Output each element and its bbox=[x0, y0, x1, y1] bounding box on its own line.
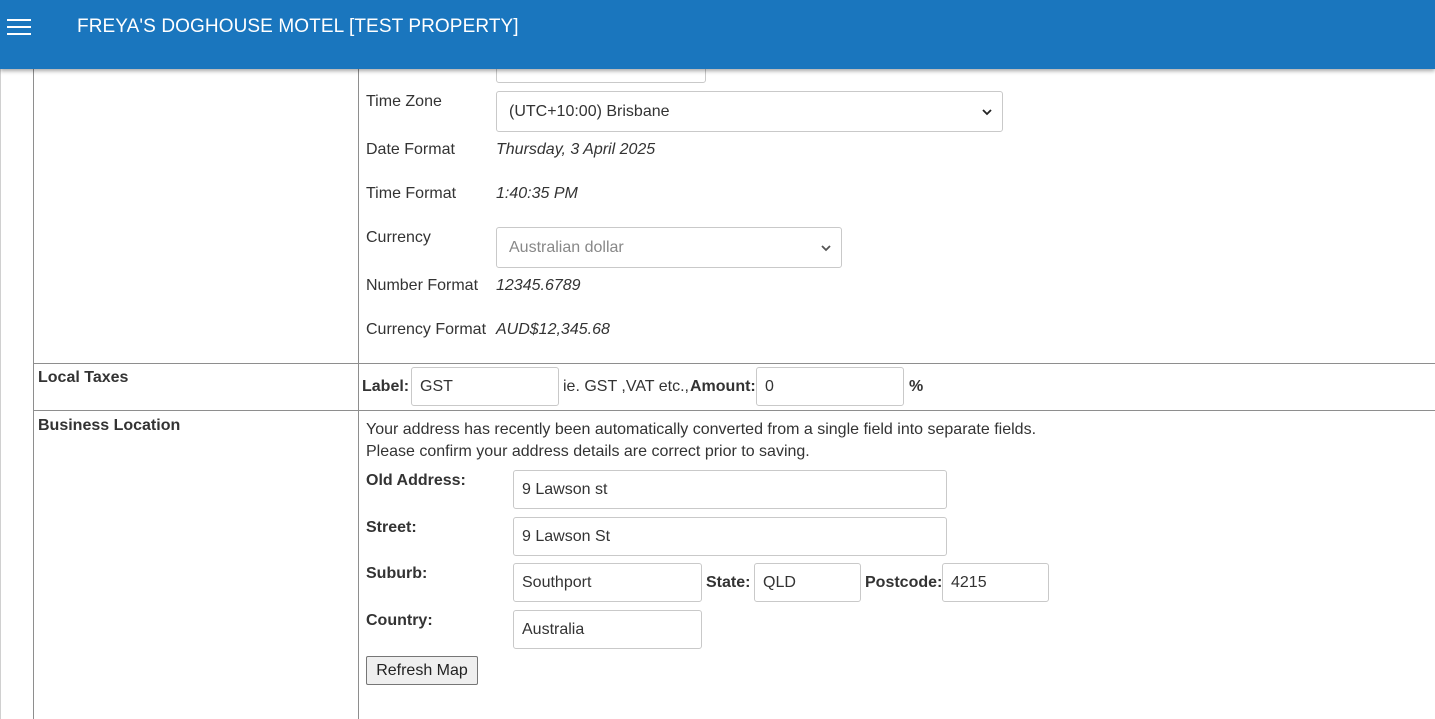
row-divider bbox=[33, 363, 1435, 364]
suburb-label: Suburb: bbox=[366, 565, 428, 582]
time-format-value: 1:40:35 PM bbox=[496, 185, 578, 202]
currency-select[interactable]: Australian dollar bbox=[496, 227, 842, 268]
address-notice-line2: Please confirm your address details are … bbox=[366, 443, 810, 460]
currency-value: Australian dollar bbox=[509, 238, 624, 256]
row-divider bbox=[33, 410, 1435, 411]
business-location-heading: Business Location bbox=[38, 417, 181, 434]
number-format-label: Number Format bbox=[366, 277, 479, 294]
refresh-map-button[interactable]: Refresh Map bbox=[366, 656, 478, 685]
tax-label-input[interactable] bbox=[411, 367, 559, 406]
old-address-label: Old Address: bbox=[366, 472, 466, 489]
chevron-down-icon bbox=[821, 244, 831, 251]
percent-sign: % bbox=[909, 378, 924, 395]
street-label: Street: bbox=[366, 519, 417, 536]
tax-label-hint: ie. GST ,VAT etc., bbox=[563, 378, 689, 395]
time-format-label: Time Format bbox=[366, 185, 457, 202]
table-column-divider bbox=[358, 69, 359, 719]
table-left-border bbox=[33, 69, 34, 719]
suburb-input[interactable] bbox=[513, 563, 702, 602]
old-address-input[interactable] bbox=[513, 470, 947, 509]
street-input[interactable] bbox=[513, 517, 947, 556]
country-label: Country: bbox=[366, 612, 433, 629]
timezone-label: Time Zone bbox=[366, 93, 442, 110]
currency-label: Currency bbox=[366, 229, 431, 246]
postcode-input[interactable] bbox=[942, 563, 1049, 602]
number-format-value: 12345.6789 bbox=[496, 277, 581, 294]
hamburger-menu-icon[interactable] bbox=[7, 18, 31, 36]
timezone-select[interactable]: (UTC+10:00) Brisbane bbox=[496, 91, 1003, 132]
app-header: FREYA'S DOGHOUSE MOTEL [TEST PROPERTY] bbox=[0, 0, 1435, 69]
chevron-down-icon bbox=[982, 108, 992, 115]
state-input[interactable] bbox=[754, 563, 861, 602]
tax-amount-input[interactable] bbox=[756, 367, 904, 406]
tax-label-label: Label: bbox=[362, 378, 410, 395]
address-notice-line1: Your address has recently been automatic… bbox=[366, 421, 1037, 438]
page-left-border bbox=[0, 69, 1, 719]
currency-format-value: AUD$12,345.68 bbox=[496, 321, 610, 338]
property-title: FREYA'S DOGHOUSE MOTEL [TEST PROPERTY] bbox=[77, 16, 519, 37]
currency-format-label: Currency Format bbox=[366, 321, 487, 338]
date-format-value: Thursday, 3 April 2025 bbox=[496, 141, 656, 158]
postcode-label: Postcode: bbox=[865, 574, 943, 591]
tax-amount-label: Amount: bbox=[690, 378, 756, 395]
country-input[interactable] bbox=[513, 610, 702, 649]
date-format-label: Date Format bbox=[366, 141, 455, 158]
local-taxes-heading: Local Taxes bbox=[38, 369, 129, 386]
state-label: State: bbox=[706, 574, 751, 591]
timezone-value: (UTC+10:00) Brisbane bbox=[509, 102, 670, 120]
